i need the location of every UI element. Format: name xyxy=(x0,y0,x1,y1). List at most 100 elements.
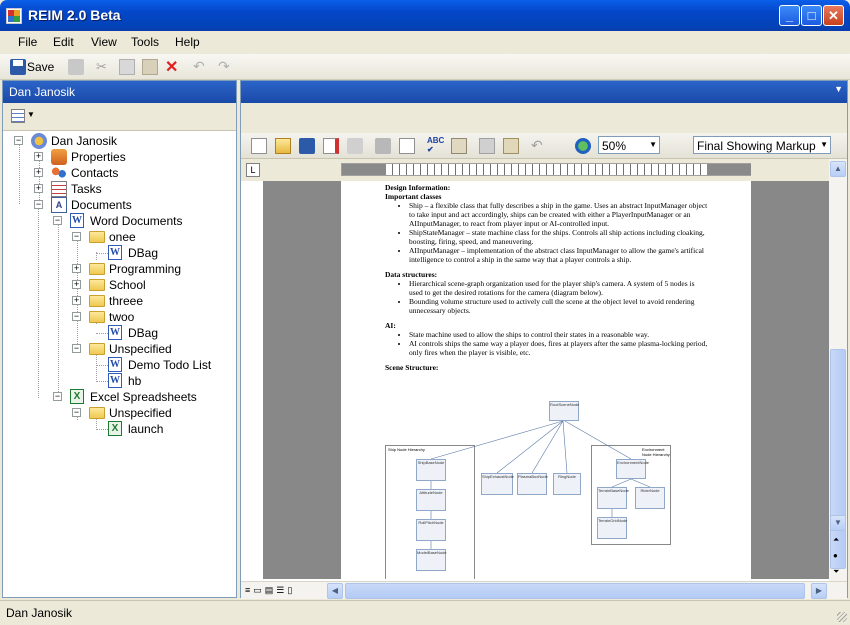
spelling-icon[interactable]: ABC ✔ xyxy=(427,136,444,154)
vertical-scrollbar[interactable]: ▲ ▼ ⏶ ● ⏷ xyxy=(829,159,847,581)
folder-icon xyxy=(89,343,105,355)
undo-icon[interactable]: ↶ xyxy=(531,137,547,153)
doc-bullet: State machine used to allow the ships to… xyxy=(409,330,710,339)
tree-label: threee xyxy=(109,294,144,308)
folder-icon xyxy=(89,311,105,323)
word-document-icon: W xyxy=(108,325,122,340)
menu-tools[interactable]: Tools xyxy=(131,35,159,49)
horizontal-scrollbar[interactable]: ≡▭▤☰▯ ◀ ▶ xyxy=(241,581,847,599)
tree-label: Contacts xyxy=(71,166,119,180)
tree-label: twoo xyxy=(109,310,135,324)
close-button[interactable]: ✕ xyxy=(823,5,844,26)
user-profile-icon xyxy=(31,133,47,149)
previous-page-icon[interactable]: ⏶ xyxy=(833,535,839,545)
redo-icon[interactable]: ↷ xyxy=(218,58,234,74)
paste-icon[interactable] xyxy=(503,138,519,154)
scroll-up-button[interactable]: ▲ xyxy=(830,161,846,177)
excel-icon: X xyxy=(70,389,84,404)
print-icon[interactable] xyxy=(375,138,391,154)
folder-icon xyxy=(89,407,105,419)
expand-icon[interactable]: + xyxy=(72,296,81,305)
collapse-icon[interactable]: − xyxy=(72,408,81,417)
chevron-down-icon: ▼ xyxy=(27,110,35,119)
zoom-select[interactable]: 50% ▼ xyxy=(598,136,660,154)
markup-view-select[interactable]: Final Showing Markup ▼ xyxy=(693,136,831,154)
tree-label: Tasks xyxy=(71,182,102,196)
collapse-icon[interactable]: − xyxy=(72,312,81,321)
paste-icon[interactable] xyxy=(142,59,158,75)
menu-help[interactable]: Help xyxy=(175,35,200,49)
document-viewer-panel: ▼ ABC✔ ↶ 50% ▼ Final Showing Markup ▼ L xyxy=(240,80,848,599)
tree-label: Programming xyxy=(109,262,182,276)
hyperlink-icon[interactable] xyxy=(575,138,591,154)
collapse-icon[interactable]: − xyxy=(72,232,81,241)
expand-icon[interactable]: + xyxy=(34,184,43,193)
doc-heading-classes: Important classes xyxy=(385,192,442,201)
tree-label: Demo Todo List xyxy=(128,358,212,372)
delete-icon[interactable]: ✕ xyxy=(165,57,181,76)
collapse-icon[interactable]: − xyxy=(34,200,43,209)
menu-file[interactable]: File xyxy=(18,35,37,49)
overflow-chevron-icon[interactable]: ▼ xyxy=(834,84,843,94)
cut-icon[interactable]: ✂ xyxy=(96,59,112,75)
viewer-gap xyxy=(241,103,847,133)
doc-heading-data-structures: Data structures: xyxy=(385,270,438,279)
chevron-down-icon: ▼ xyxy=(820,140,828,149)
save-button[interactable]: Save xyxy=(8,58,60,76)
save-label: Save xyxy=(27,60,55,74)
document-page[interactable]: Design Information: Important classes Sh… xyxy=(341,181,751,579)
tree-label: Dan Janosik xyxy=(51,134,118,148)
expand-icon[interactable]: + xyxy=(72,280,81,289)
app-icon xyxy=(6,8,22,24)
copy-icon[interactable] xyxy=(479,138,495,154)
scroll-left-button[interactable]: ◀ xyxy=(327,583,343,599)
ruler-scale[interactable] xyxy=(341,163,751,176)
expand-icon[interactable]: + xyxy=(34,168,43,177)
word-document-icon: W xyxy=(108,245,122,260)
save-icon[interactable] xyxy=(299,138,315,154)
research-icon[interactable] xyxy=(451,138,467,154)
horizontal-scroll-thumb[interactable] xyxy=(345,583,805,599)
excel-document-icon: X xyxy=(108,421,122,436)
menu-view[interactable]: View xyxy=(91,35,117,49)
open-folder-icon[interactable] xyxy=(275,138,291,154)
copy-icon[interactable] xyxy=(119,59,135,75)
viewer-header: ▼ xyxy=(241,81,847,103)
doc-bullet: Hierarchical scene-graph organization us… xyxy=(409,279,710,297)
resize-grip[interactable] xyxy=(837,612,847,622)
status-text: Dan Janosik xyxy=(6,606,73,620)
view-mode-icons[interactable]: ≡▭▤☰▯ xyxy=(245,585,295,596)
task-list-icon xyxy=(51,181,67,197)
new-document-icon[interactable] xyxy=(251,138,267,154)
scroll-down-button[interactable]: ▼ xyxy=(830,515,846,531)
collapse-icon[interactable]: − xyxy=(53,392,62,401)
doc-heading-scene: Scene Structure: xyxy=(385,363,439,372)
documents-icon: A xyxy=(51,197,67,213)
undo-icon[interactable]: ↶ xyxy=(193,58,209,74)
collapse-icon[interactable]: − xyxy=(14,136,23,145)
tree-label: Excel Spreadsheets xyxy=(90,390,197,404)
next-page-icon[interactable]: ⏷ xyxy=(833,567,839,577)
tab-selector[interactable]: L xyxy=(246,163,260,177)
print-preview-icon[interactable] xyxy=(399,138,415,154)
expand-icon[interactable]: + xyxy=(34,152,43,161)
select-browse-object-icon[interactable]: ● xyxy=(833,551,838,560)
email-icon[interactable] xyxy=(347,138,363,154)
permission-icon[interactable] xyxy=(323,138,339,154)
scroll-right-button[interactable]: ▶ xyxy=(811,583,827,599)
menu-edit[interactable]: Edit xyxy=(53,35,74,49)
expand-icon[interactable]: + xyxy=(72,264,81,273)
collapse-icon[interactable]: − xyxy=(53,216,62,225)
tree-label: onee xyxy=(109,230,136,244)
word-toolbar: ABC ✔ ↶ 50% ▼ Final Showing Markup ▼ xyxy=(241,133,847,159)
folder-icon xyxy=(89,295,105,307)
collapse-icon[interactable]: − xyxy=(72,344,81,353)
ruler: L xyxy=(241,159,847,181)
minimize-button[interactable]: _ xyxy=(779,5,800,26)
maximize-button[interactable]: □ xyxy=(801,5,822,26)
diagram-connectors xyxy=(430,420,651,549)
print-icon[interactable] xyxy=(68,59,84,75)
word-icon: W xyxy=(70,213,84,228)
list-view-icon xyxy=(11,109,25,123)
view-options-dropdown[interactable]: ▼ xyxy=(11,109,35,125)
